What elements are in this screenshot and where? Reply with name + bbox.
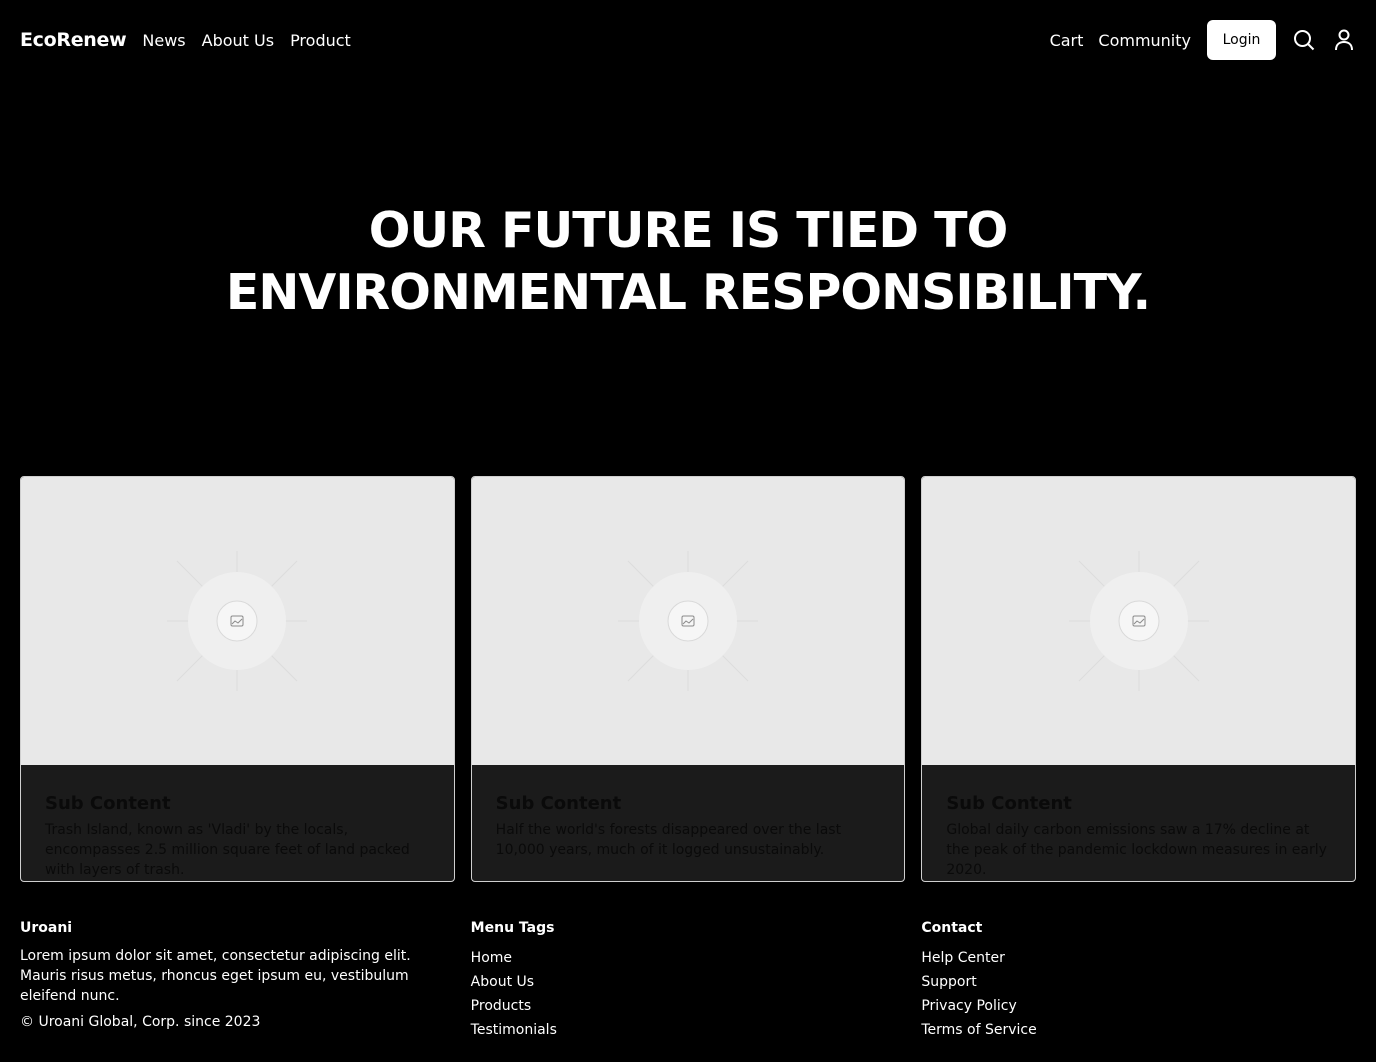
footer-heading: Contact: [921, 920, 983, 936]
card-text: Global daily carbon emissions saw a 17% …: [946, 822, 1327, 878]
user-icon[interactable]: [1332, 28, 1356, 52]
footer-copyright: © Uroani Global, Corp. since 2023: [20, 1014, 261, 1030]
footer-link-privacy-policy[interactable]: Privacy Policy: [921, 994, 1356, 1018]
site-footer: Uroani Lorem ipsum dolor sit amet, conse…: [20, 920, 1356, 1042]
search-icon[interactable]: [1292, 28, 1316, 52]
footer-about: Uroani Lorem ipsum dolor sit amet, conse…: [20, 920, 455, 1042]
footer-link-about-us[interactable]: About Us: [471, 970, 906, 994]
nav-left: EcoRenew News About Us Product: [20, 29, 367, 51]
card-body: Sub Content Global daily carbon emission…: [922, 765, 1355, 880]
card-title: Sub Content: [45, 793, 171, 814]
footer-link-testimonials[interactable]: Testimonials: [471, 1018, 906, 1042]
card-title: Sub Content: [495, 793, 622, 814]
card-image-placeholder: [21, 477, 454, 765]
card-text: Trash Island, known as 'Vladi' by the lo…: [45, 822, 410, 878]
footer-link-help-center[interactable]: Help Center: [921, 946, 1356, 970]
card-body: Sub Content Trash Island, known as 'Vlad…: [21, 765, 454, 880]
nav-link-cart[interactable]: Cart: [1050, 31, 1084, 50]
footer-link-products[interactable]: Products: [471, 994, 906, 1018]
footer-link-home[interactable]: Home: [471, 946, 906, 970]
card-image-placeholder: [471, 477, 905, 765]
footer-link-support[interactable]: Support: [921, 970, 1356, 994]
card-title: Sub Content: [946, 793, 1072, 814]
footer-menu: Menu Tags Home About Us Products Testimo…: [471, 920, 906, 1042]
footer-link-terms-of-service[interactable]: Terms of Service: [921, 1018, 1356, 1042]
card-body: Sub Content Half the world's forests dis…: [472, 765, 905, 860]
image-placeholder-icon: [167, 551, 308, 691]
image-placeholder-icon: [618, 551, 758, 691]
footer-heading: Menu Tags: [470, 920, 555, 936]
nav-link-about-us[interactable]: About Us: [202, 31, 274, 50]
card-text: Half the world's forests disappeared ove…: [495, 822, 842, 858]
content-card[interactable]: Sub Content Global daily carbon emission…: [921, 476, 1357, 882]
hero-title: OUR FUTURE IS TIED TO ENVIRONMENTAL RESP…: [225, 202, 1151, 321]
hero-section: OUR FUTURE IS TIED TO ENVIRONMENTAL RESP…: [0, 200, 1376, 324]
nav-link-community[interactable]: Community: [1098, 31, 1191, 50]
footer-heading: Uroani: [20, 920, 73, 936]
nav-link-product[interactable]: Product: [290, 31, 351, 50]
site-header: EcoRenew News About Us Product Cart Comm…: [0, 0, 1376, 80]
nav-right: Cart Community Login: [1035, 20, 1356, 60]
footer-contact: Contact Help Center Support Privacy Poli…: [921, 920, 1356, 1042]
content-card[interactable]: Sub Content Trash Island, known as 'Vlad…: [20, 476, 455, 882]
login-button[interactable]: Login: [1207, 20, 1276, 60]
brand-logo[interactable]: EcoRenew: [20, 29, 127, 51]
card-grid: Sub Content Trash Island, known as 'Vlad…: [20, 476, 1357, 882]
image-placeholder-icon: [1068, 551, 1209, 691]
card-image-placeholder: [922, 477, 1356, 765]
nav-link-news[interactable]: News: [142, 31, 185, 50]
content-card[interactable]: Sub Content Half the world's forests dis…: [470, 476, 906, 882]
footer-description: Lorem ipsum dolor sit amet, consectetur …: [20, 948, 411, 1004]
